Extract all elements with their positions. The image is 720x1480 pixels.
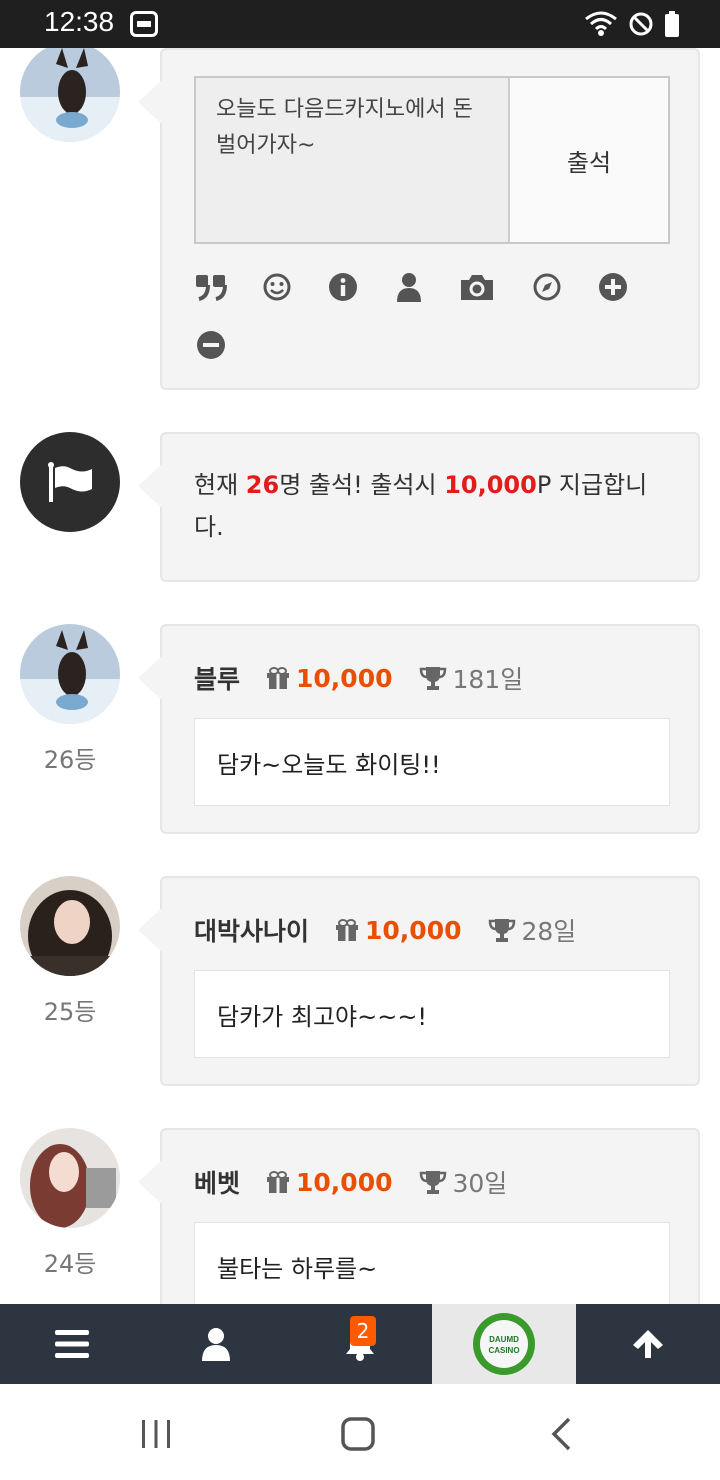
logo-text-casino: CASINO — [488, 1346, 519, 1355]
entry-message: 담카~오늘도 화이팅!! — [194, 718, 670, 806]
flag-avatar — [20, 432, 120, 532]
entry-message: 불타는 하루를~ — [194, 1222, 670, 1304]
plus-circle-icon[interactable] — [596, 270, 630, 304]
attendance-days: 28일 — [521, 917, 577, 946]
attendance-notice: 현재 26명 출석! 출석시 10,000P 지급합니다. — [194, 464, 658, 548]
quote-icon[interactable] — [194, 270, 228, 304]
system-icons — [584, 10, 680, 38]
compass-icon[interactable] — [530, 270, 564, 304]
trophy-icon — [419, 666, 447, 690]
battery-icon — [665, 11, 679, 37]
info-icon[interactable] — [326, 270, 360, 304]
flag-icon — [48, 462, 92, 502]
entry-meta: 대박사나이 10,000 28일 — [194, 912, 576, 948]
trophy-icon — [488, 918, 516, 942]
camera-icon[interactable] — [458, 270, 496, 304]
daumd-casino-logo: DAUMD CASINO — [473, 1313, 535, 1375]
user-icon — [202, 1328, 230, 1361]
home-button[interactable] — [338, 1414, 378, 1454]
avatar[interactable] — [20, 624, 120, 724]
attendance-feed[interactable]: 오늘도 다음드카지노에서 돈 벌어가자~ 출석 현재 26명 출석! 출석시 1… — [0, 48, 720, 1304]
nav-menu[interactable] — [0, 1304, 144, 1384]
status-bar: 12:38 — [0, 0, 720, 48]
system-nav-bar — [0, 1384, 720, 1480]
nav-profile[interactable] — [144, 1304, 288, 1384]
smile-icon[interactable] — [260, 270, 294, 304]
recent-apps-icon — [142, 1420, 170, 1448]
gift-icon — [335, 919, 359, 941]
user-name[interactable]: 대박사나이 — [194, 912, 309, 948]
wifi-icon — [585, 11, 617, 36]
points-value: 10,000 — [296, 663, 393, 693]
comment-composer: 오늘도 다음드카지노에서 돈 벌어가자~ 출석 — [194, 76, 670, 244]
entry-message: 담카가 최고야~~~! — [194, 970, 670, 1058]
attendance-notice-card: 현재 26명 출석! 출석시 10,000P 지급합니다. — [138, 432, 700, 582]
comment-textarea[interactable]: 오늘도 다음드카지노에서 돈 벌어가자~ — [196, 78, 510, 242]
home-icon — [341, 1417, 375, 1451]
attendance-entry: 대박사나이 10,000 28일 담카가 최고야~~~! — [138, 876, 700, 1086]
back-button[interactable] — [546, 1414, 576, 1454]
attendance-days: 181일 — [452, 665, 524, 694]
composer-card: 오늘도 다음드카지노에서 돈 벌어가자~ 출석 — [138, 48, 700, 390]
trophy-icon — [419, 1170, 447, 1194]
attend-button[interactable]: 출석 — [510, 78, 668, 242]
recent-apps-button[interactable] — [140, 1414, 172, 1454]
points-value: 10,000 — [296, 1167, 393, 1197]
gift-icon — [266, 667, 290, 689]
avatar[interactable] — [20, 876, 120, 976]
user-name[interactable]: 블루 — [194, 660, 240, 696]
gift-icon — [266, 1171, 290, 1193]
back-icon — [551, 1417, 571, 1451]
arrow-up-icon — [633, 1330, 663, 1358]
rank-label: 25등 — [43, 998, 97, 1026]
attendance-entry: 블루 10,000 181일 담카~오늘도 화이팅!! — [138, 624, 700, 834]
nav-scroll-top[interactable] — [576, 1304, 720, 1384]
my-avatar — [20, 48, 120, 142]
nav-notifications[interactable]: 2 — [288, 1304, 432, 1384]
user-name[interactable]: 베벳 — [194, 1164, 240, 1200]
rank-label: 26등 — [43, 746, 97, 774]
do-not-disturb-icon — [629, 12, 653, 36]
user-icon[interactable] — [392, 270, 426, 304]
attendance-days: 30일 — [452, 1169, 508, 1198]
entry-meta: 블루 10,000 181일 — [194, 660, 523, 696]
notice-prefix: 현재 — [194, 471, 246, 499]
menu-icon — [55, 1330, 89, 1358]
notification-badge: 2 — [350, 1316, 376, 1346]
points-value: 10,000 — [365, 915, 462, 945]
bottom-nav: 2 DAUMD CASINO — [0, 1304, 720, 1384]
reward-points: 10,000 — [444, 471, 537, 499]
attendance-count: 26 — [245, 471, 280, 499]
attendance-entry: 베벳 10,000 30일 불타는 하루를~ — [138, 1128, 700, 1304]
entry-meta: 베벳 10,000 30일 — [194, 1164, 507, 1200]
nav-home-logo[interactable]: DAUMD CASINO — [432, 1304, 576, 1384]
minus-circle-icon[interactable] — [194, 328, 228, 362]
avatar[interactable] — [20, 1128, 120, 1228]
rank-label: 24등 — [43, 1250, 97, 1278]
notice-middle: 명 출석! 출석시 — [279, 471, 445, 499]
logo-text-daumd: DAUMD — [489, 1335, 519, 1344]
status-time: 12:38 — [44, 6, 115, 37]
app-notification-icon — [130, 11, 158, 37]
